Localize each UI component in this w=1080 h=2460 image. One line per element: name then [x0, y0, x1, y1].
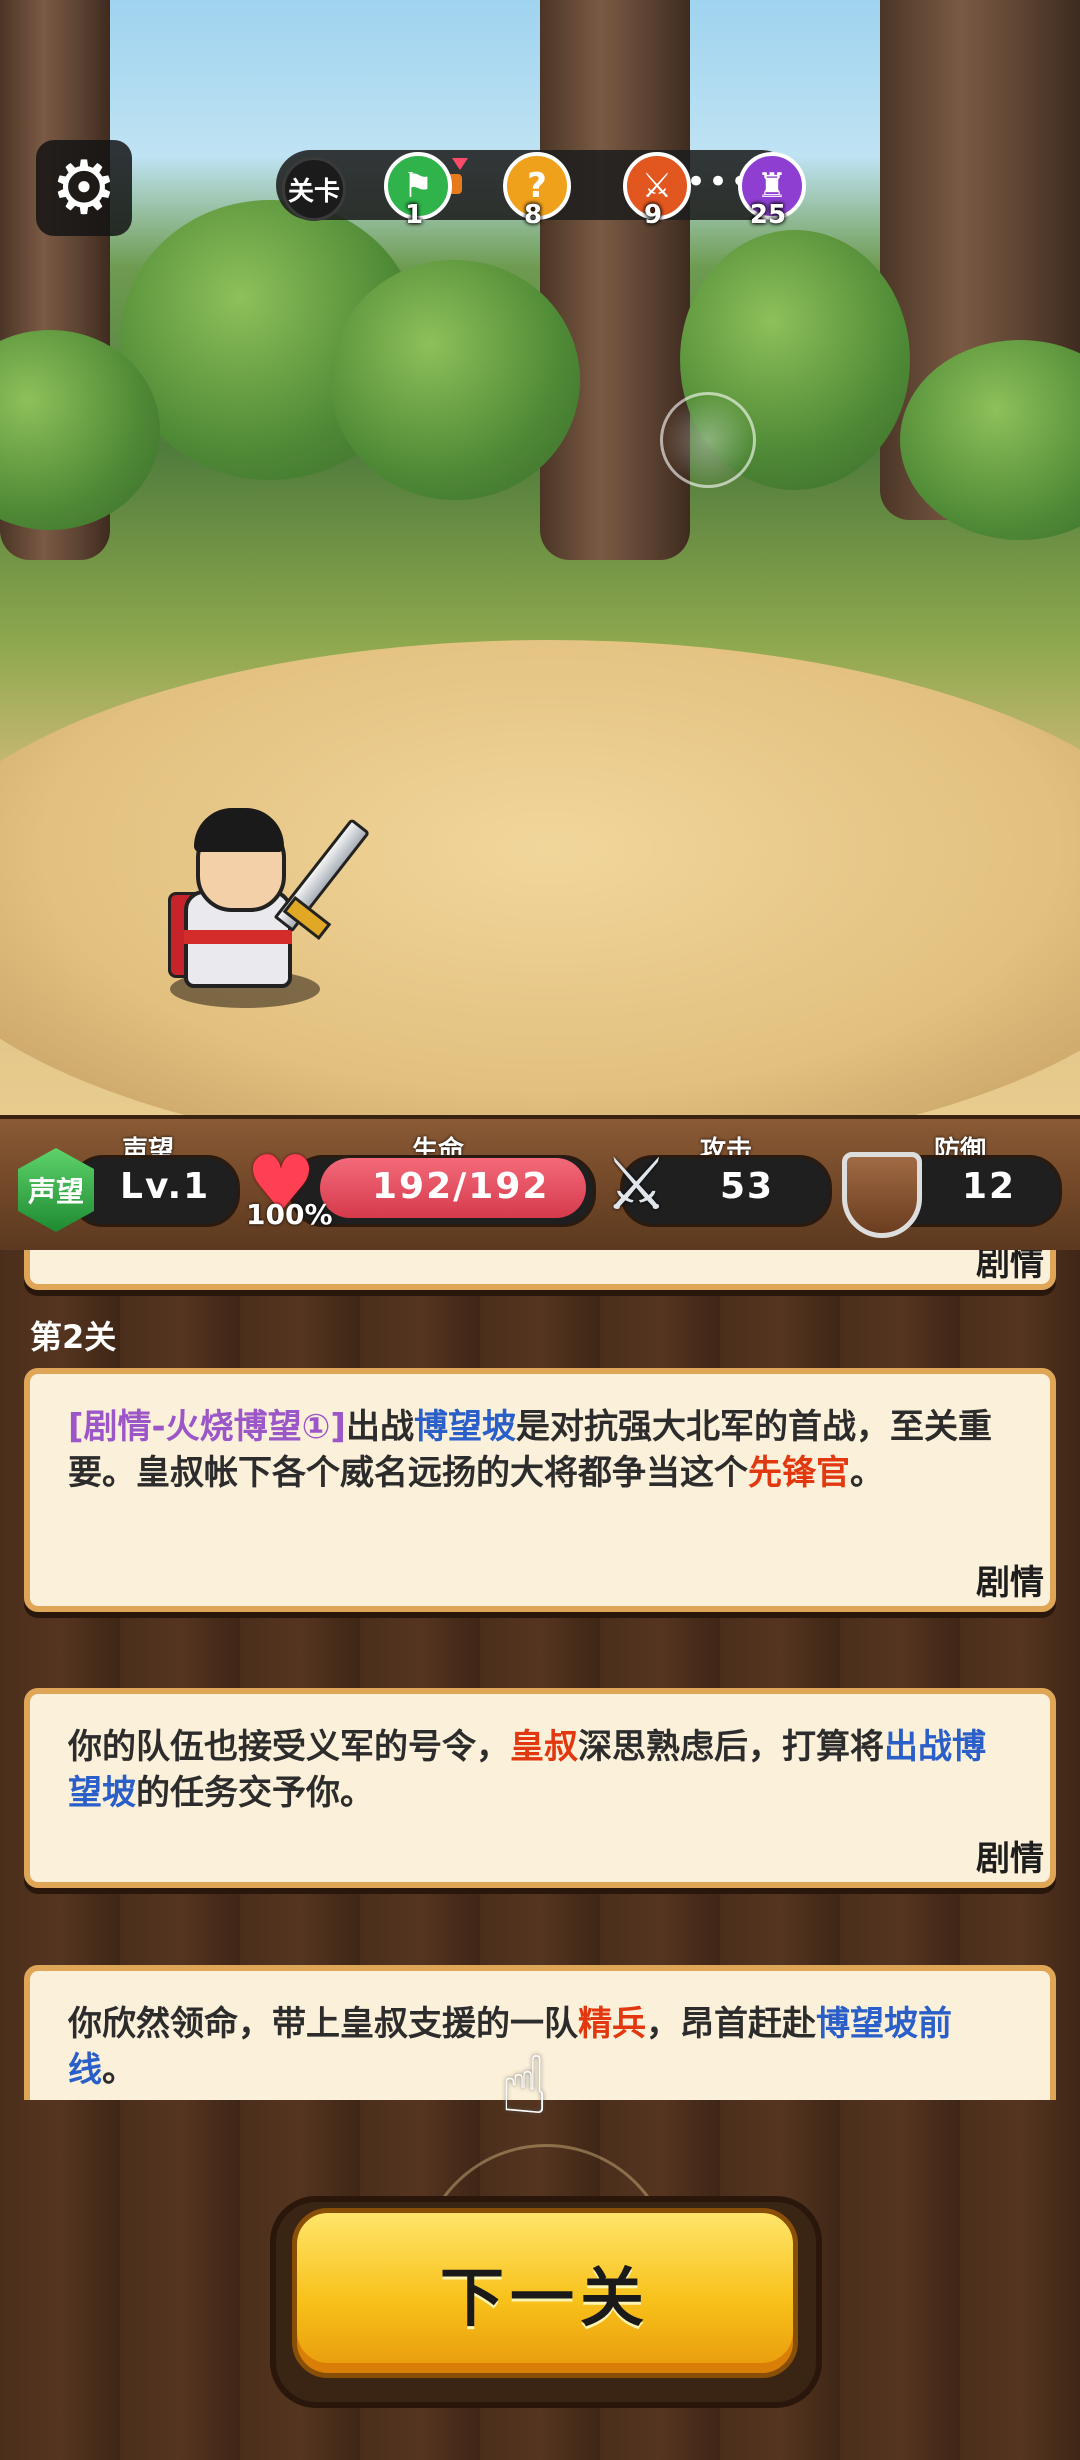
story-log[interactable]: 剧情 [剧情-火烧博望①]出战博望坡是对抗强大北军的首战，至关重要。皇叔帐下各个…: [0, 1250, 1080, 2100]
story-segment: ，昂首赶赴: [646, 2004, 816, 2044]
gear-icon: ⚙: [50, 145, 118, 231]
attack-value: 53: [720, 1166, 775, 1207]
story-text: [剧情-火烧博望①]出战博望坡是对抗强大北军的首战，至关重要。皇叔帐下各个威名远…: [68, 1404, 1014, 1496]
story-segment: 深思熟虑后，打算将: [578, 1727, 884, 1767]
tree-trunk: [540, 0, 690, 560]
story-card: [剧情-火烧博望①]出战博望坡是对抗强大北军的首战，至关重要。皇叔帐下各个威名远…: [24, 1368, 1056, 1612]
pointing-hand-icon: ☝: [500, 2039, 549, 2132]
story-segment: 出战: [345, 1407, 414, 1447]
hp-value: 192/192: [372, 1166, 550, 1207]
story-segment: [剧情-火烧博望①]: [68, 1407, 346, 1447]
shield-icon: [842, 1152, 922, 1238]
hero-character: [160, 800, 400, 1010]
progress-marker-icon: [452, 158, 468, 170]
story-segment: 博望坡: [413, 1407, 516, 1447]
sparkle-effect: [660, 392, 756, 488]
level-node-number: 1: [404, 200, 424, 230]
crossed-swords-icon: ⚔: [604, 1142, 669, 1226]
story-card: 你的队伍也接受义军的号令，皇叔深思熟虑后，打算将出战博望坡的任务交予你。 剧情: [24, 1688, 1056, 1888]
bush: [330, 260, 580, 500]
level-node-number: 25: [749, 200, 787, 230]
story-segment: 先锋官: [748, 1453, 850, 1493]
story-segment: 你欣然领命，带上皇叔支援的一队: [68, 2004, 578, 2044]
story-segment: 。: [102, 2050, 136, 2090]
story-segment: 的任务交予你。: [136, 1773, 374, 1813]
story-tag: 剧情: [976, 1563, 1044, 1603]
story-card: 剧情: [24, 1250, 1056, 1290]
level-node-number: 9: [643, 200, 663, 230]
story-segment: 精兵: [578, 2004, 646, 2044]
story-segment: 皇叔: [510, 1727, 578, 1767]
level-node-number: 8: [523, 200, 543, 230]
story-segment: 你的队伍也接受义军的号令，: [68, 1727, 510, 1767]
next-level-label: 下一关: [440, 2262, 650, 2336]
fame-badge: 声望: [27, 1175, 84, 1208]
next-level-button[interactable]: 下一关: [292, 2208, 798, 2378]
story-segment: 。: [850, 1453, 884, 1493]
settings-button[interactable]: ⚙: [36, 140, 132, 236]
hp-percent: 100%: [246, 1198, 333, 1231]
defense-value: 12: [962, 1166, 1017, 1207]
story-tag: 剧情: [976, 1839, 1044, 1879]
story-text: 你的队伍也接受义军的号令，皇叔深思熟虑后，打算将出战博望坡的任务交予你。: [68, 1724, 1014, 1816]
fame-value: Lv.1: [120, 1166, 211, 1207]
level-heading: 第2关: [30, 1318, 117, 1356]
level-label: 关卡: [282, 157, 346, 221]
story-tag: 剧情: [976, 1250, 1044, 1284]
